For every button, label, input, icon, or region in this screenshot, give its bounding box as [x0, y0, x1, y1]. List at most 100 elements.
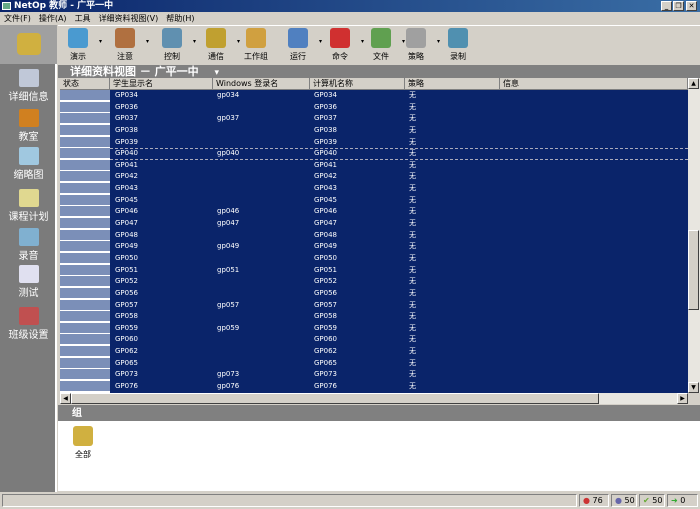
record-icon: [448, 28, 468, 48]
close-button[interactable]: ✕: [686, 1, 697, 11]
table-row[interactable]: GP062 GP062 无: [60, 346, 688, 358]
status-bar: ● 76 ● 50 ✔ 50 ➜ 0: [0, 492, 700, 509]
vertical-scrollbar[interactable]: ▲ ▼: [688, 78, 700, 393]
table-row[interactable]: GP041 GP041 无: [60, 159, 688, 172]
horizontal-scrollbar[interactable]: ◀ ▶: [60, 393, 688, 404]
view-dropdown[interactable]: ▾: [215, 68, 220, 78]
row-background: [110, 148, 688, 160]
hscroll-thumb[interactable]: [71, 393, 599, 404]
menu-item[interactable]: 文件(F): [4, 14, 31, 23]
minimize-button[interactable]: _: [661, 1, 672, 11]
sidebar-item-2[interactable]: 缩略图: [0, 147, 57, 181]
dropdown-arrow-icon[interactable]: ▾: [146, 38, 149, 45]
table-row[interactable]: GP060 GP060 无: [60, 334, 688, 347]
menu-item[interactable]: 工具: [75, 14, 91, 23]
toolbar-button-1[interactable]: ▾ 注意: [105, 28, 149, 62]
toolbar-button-4[interactable]: 工作组: [236, 28, 276, 62]
toolbar-button-5[interactable]: ▾ 运行: [278, 28, 322, 62]
table-row[interactable]: GP039 GP039 无: [60, 136, 688, 149]
sidebar-item-0[interactable]: 详细信息: [0, 69, 57, 103]
scroll-left-button[interactable]: ◀: [60, 393, 71, 404]
details-icon: [18, 69, 39, 87]
cell: 无: [409, 370, 416, 379]
column-header-5[interactable]: 信息: [500, 78, 688, 90]
table-row[interactable]: GP038 GP038 无: [60, 124, 688, 137]
sidebar-item-3[interactable]: 课程计划: [0, 189, 57, 223]
column-header-3[interactable]: 计算机名称: [310, 78, 405, 90]
status-cell: [60, 264, 110, 276]
cell: GP065: [314, 358, 338, 367]
column-header-2[interactable]: Windows 登录名: [213, 78, 310, 90]
scroll-down-button[interactable]: ▼: [688, 382, 699, 393]
table-row[interactable]: GP036 GP036 无: [60, 101, 688, 114]
table-row[interactable]: GP048 GP048 无: [60, 229, 688, 242]
table-row[interactable]: GP046 gp046 GP046 无: [60, 206, 688, 219]
status-cell: [60, 369, 110, 381]
group-icon: [73, 426, 93, 446]
toolbar-button-7[interactable]: ▾ 文件: [361, 28, 405, 62]
toolbar-button-3[interactable]: ▾ 通信: [196, 28, 240, 62]
table-row[interactable]: GP049 gp049 GP049 无: [60, 241, 688, 253]
policy-icon: [406, 28, 426, 48]
menu-item[interactable]: 操作(A): [39, 14, 67, 23]
status-cell: [60, 276, 110, 288]
table-row[interactable]: GP034 gp034 GP034 无: [60, 90, 688, 102]
cell: GP057: [314, 300, 338, 309]
column-header-0[interactable]: 状态: [60, 78, 110, 90]
cell: GP046: [115, 207, 139, 216]
sidebar-item-5[interactable]: 测试: [0, 265, 57, 299]
dropdown-arrow-icon[interactable]: ▾: [99, 38, 102, 45]
table-row[interactable]: GP047 gp047 GP047 无: [60, 218, 688, 230]
cell: GP060: [115, 335, 139, 344]
scroll-right-button[interactable]: ▶: [677, 393, 688, 404]
sidebar-item-6[interactable]: 班级设置: [0, 307, 57, 341]
table-row[interactable]: GP058 GP058 无: [60, 311, 688, 323]
toolbar-button-0[interactable]: ▾ 演示: [58, 28, 102, 62]
table-row[interactable]: GP052 GP052 无: [60, 276, 688, 288]
toolbar-button-9[interactable]: 录制: [438, 28, 478, 62]
table-row[interactable]: GP043 GP043 无: [60, 183, 688, 195]
toolbar-button-2[interactable]: ▾ 控制: [152, 28, 196, 62]
table-row[interactable]: GP050 GP050 无: [60, 252, 688, 265]
row-background: [110, 369, 688, 381]
cell: 无: [409, 242, 416, 251]
cell: GP051: [314, 265, 338, 274]
row-background: [110, 264, 688, 277]
cell: GP043: [115, 184, 139, 193]
table-row[interactable]: GP042 GP042 无: [60, 171, 688, 184]
table-row[interactable]: GP045 GP045 无: [60, 194, 688, 207]
table-row[interactable]: GP059 gp059 GP059 无: [60, 322, 688, 335]
table-row[interactable]: GP056 GP056 无: [60, 287, 688, 300]
group-all[interactable]: 全部: [68, 426, 98, 460]
view-title: 详细资料视图 － 广平一中: [70, 65, 199, 78]
toolbar-button-6[interactable]: ▾ 命令: [320, 28, 364, 62]
menu-item[interactable]: 帮助(H): [166, 14, 194, 23]
cell: gp046: [217, 207, 240, 216]
toolbar-label: 命令: [332, 52, 348, 61]
table-row[interactable]: GP040 gp040 GP040 无: [60, 148, 688, 160]
row-background: [110, 322, 688, 335]
table-row[interactable]: GP057 gp057 GP057 无: [60, 299, 688, 312]
table-row[interactable]: GP037 gp037 GP037 无: [60, 113, 688, 125]
sidebar-item-4[interactable]: 录音: [0, 228, 57, 262]
table-row[interactable]: GP065 GP065 无: [60, 357, 688, 370]
table-row[interactable]: GP076 gp076 GP076 无: [60, 381, 688, 393]
column-header-1[interactable]: 学生显示名: [110, 78, 213, 90]
table-row[interactable]: GP073 gp073 GP073 无: [60, 369, 688, 381]
cell: GP051: [115, 265, 139, 274]
scroll-thumb[interactable]: [688, 230, 699, 310]
status-cell: [60, 381, 110, 392]
table-row[interactable]: GP051 gp051 GP051 无: [60, 264, 688, 277]
column-header-4[interactable]: 策略: [405, 78, 500, 90]
status-cell: [60, 287, 110, 299]
restore-button[interactable]: ❐: [673, 1, 684, 11]
cell: gp049: [217, 242, 240, 251]
row-background: [110, 334, 688, 347]
scroll-up-button[interactable]: ▲: [688, 78, 699, 89]
sidebar-item-1[interactable]: 教室: [0, 109, 57, 143]
menu-item[interactable]: 详细资料视图(V): [99, 14, 159, 23]
toolbar-button-8[interactable]: ▾ 策略: [396, 28, 440, 62]
toolbar-label: 工作组: [244, 52, 268, 61]
status-cell: [60, 241, 110, 253]
row-background: [110, 381, 688, 393]
